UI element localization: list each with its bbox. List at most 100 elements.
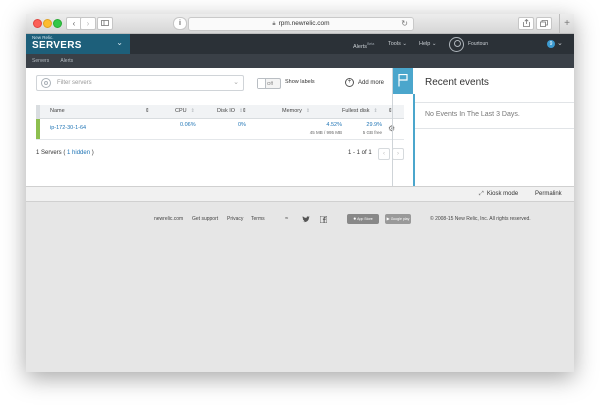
browser-titlebar: ‹ › i 🔒︎ rpm.newrelic.com ↻ +: [26, 14, 574, 34]
show-labels-toggle[interactable]: Off: [257, 78, 281, 89]
app-store-badge[interactable]: ● App Store: [347, 214, 379, 224]
summary-prefix: 1 Servers (: [36, 150, 66, 156]
footer-link-newrelic[interactable]: newrelic.com: [154, 214, 183, 224]
servers-panel: Filter servers ⌄ Off Show labels + Add mo…: [26, 68, 404, 186]
disk-io-value: 0%: [238, 122, 246, 128]
column-name-label: Name: [50, 108, 65, 114]
nav-tools[interactable]: Tools ⌄: [388, 34, 407, 54]
product-switcher[interactable]: New Relic. SERVERS ⌄: [26, 34, 130, 54]
column-cpu[interactable]: CPU ⇕: [175, 105, 195, 118]
google-play-badge[interactable]: ▶ Google play: [385, 214, 411, 224]
events-flag-button[interactable]: [393, 68, 413, 94]
tabs-overview-button[interactable]: [536, 17, 552, 30]
column-memory[interactable]: Memory ⇕: [282, 105, 310, 118]
minimize-window-button[interactable]: [43, 19, 52, 28]
share-icon: [522, 18, 530, 27]
server-count-summary: 1 Servers ( 1 hidden ): [36, 150, 94, 156]
fullest-disk-value: 29.9%: [366, 122, 382, 128]
rss-icon[interactable]: ≈: [285, 214, 288, 224]
column-disk-io[interactable]: Disk IO ⇕: [217, 105, 243, 118]
sort-icon[interactable]: ⇕: [242, 105, 247, 118]
column-memory-label: Memory: [282, 108, 302, 114]
nav-help[interactable]: Help ⌄: [419, 34, 436, 54]
nav-alerts[interactable]: AlertsBeta: [353, 34, 374, 54]
nav-help-label: Help: [419, 41, 431, 47]
add-more-button[interactable]: + Add more: [345, 78, 384, 88]
sidebar-toggle-button[interactable]: [97, 17, 113, 30]
permalink-link[interactable]: Permalink: [535, 187, 562, 201]
content-area: Filter servers ⌄ Off Show labels + Add mo…: [26, 68, 574, 186]
app-store-label: App Store: [357, 217, 373, 221]
chevron-down-icon[interactable]: ⌄: [557, 34, 563, 54]
search-icon: [41, 78, 51, 88]
address-bar[interactable]: 🔒︎ rpm.newrelic.com ↻: [188, 17, 414, 31]
browser-window: ‹ › i 🔒︎ rpm.newrelic.com ↻ + New Relic. …: [26, 14, 574, 372]
url-text: rpm.newrelic.com: [278, 20, 330, 27]
footer-link-terms[interactable]: Terms: [251, 214, 265, 224]
plus-icon: +: [345, 78, 354, 87]
hidden-servers-link[interactable]: 1 hidden: [67, 150, 90, 156]
info-button[interactable]: i: [173, 17, 187, 30]
copyright-text: © 2008-15 New Relic, Inc. All rights res…: [430, 216, 531, 222]
servers-table: Name ⇕ CPU ⇕ Disk IO ⇕ ⇕ Memory ⇕ Fullest d…: [36, 105, 404, 140]
column-fullest-disk[interactable]: Fullest disk ⇕: [342, 105, 378, 118]
nav-tools-label: Tools: [388, 41, 401, 47]
bottom-toolbar: ⤢ Kiosk mode Permalink: [26, 186, 574, 202]
chevron-down-icon: ⌄: [116, 38, 123, 47]
tabs-icon: [540, 20, 548, 27]
pagination-status: 1 - 1 of 1: [348, 150, 372, 156]
divider: [415, 128, 574, 129]
recent-events-panel: Recent events No Events In The Last 3 Da…: [415, 68, 574, 186]
filter-placeholder: Filter servers: [57, 80, 92, 86]
header-status-strip: [36, 105, 40, 118]
twitter-bird-shape: [302, 216, 310, 223]
chevron-down-icon[interactable]: ⌄: [233, 76, 239, 90]
cpu-value: 0.06%: [180, 122, 196, 128]
twitter-icon[interactable]: [302, 214, 310, 227]
facebook-shape: [319, 215, 328, 224]
notification-badge[interactable]: 9: [547, 40, 555, 48]
table-header: Name ⇕ CPU ⇕ Disk IO ⇕ ⇕ Memory ⇕ Fullest d…: [36, 105, 404, 119]
play-icon: ▶: [386, 216, 390, 221]
sort-icon[interactable]: ⇕: [145, 105, 150, 118]
flag-icon: [398, 74, 408, 87]
sort-icon: ⇕: [190, 108, 195, 114]
product-title: SERVERS: [32, 40, 82, 51]
filter-servers-input[interactable]: Filter servers ⌄: [36, 75, 244, 91]
add-more-label: Add more: [358, 80, 385, 87]
column-name[interactable]: Name: [50, 105, 65, 118]
forward-button[interactable]: ›: [80, 17, 96, 30]
column-cpu-label: CPU: [175, 108, 187, 114]
subnav-item-alerts[interactable]: Alerts: [60, 58, 73, 64]
toggle-knob: [258, 79, 266, 88]
avatar[interactable]: [449, 37, 464, 52]
footer-link-support[interactable]: Get support: [192, 214, 218, 224]
footer-link-privacy[interactable]: Privacy: [227, 214, 243, 224]
fullest-disk-detail: 5 GB free: [362, 130, 382, 135]
username[interactable]: Fourtoun: [468, 34, 488, 54]
toggle-state: Off: [267, 81, 273, 86]
google-play-label: Google play: [390, 217, 410, 221]
next-page-button[interactable]: ›: [392, 148, 404, 160]
beta-label: Beta: [367, 42, 375, 46]
kiosk-mode-button[interactable]: ⤢ Kiosk mode: [479, 187, 518, 201]
page-footer: newrelic.com Get support Privacy Terms ≈…: [26, 214, 574, 228]
maximize-window-button[interactable]: [53, 19, 62, 28]
new-tab-button[interactable]: +: [559, 14, 574, 33]
share-button[interactable]: [518, 17, 534, 30]
column-disk-io-label: Disk IO: [217, 108, 236, 114]
subnav-item-servers[interactable]: Servers: [32, 58, 49, 64]
no-events-message: No Events In The Last 3 Days.: [425, 111, 520, 118]
summary-suffix: ): [91, 150, 94, 156]
previous-page-button[interactable]: ‹: [378, 148, 390, 160]
lock-icon: 🔒︎: [272, 21, 276, 27]
reload-icon[interactable]: ↻: [401, 18, 408, 30]
fullest-disk-cell: 29.9% 5 GB free: [346, 122, 382, 136]
facebook-icon[interactable]: [319, 214, 328, 227]
close-window-button[interactable]: [33, 19, 42, 28]
sort-icon: ⇕: [305, 108, 311, 114]
expand-icon: ⤢: [479, 191, 484, 197]
table-row[interactable]: ip-172-30-1-64 0.06% 0% 4.52% 45 MB / 99…: [36, 119, 404, 140]
app-header: New Relic. SERVERS ⌄ AlertsBeta Tools ⌄ …: [26, 34, 574, 54]
server-name-link[interactable]: ip-172-30-1-64: [50, 125, 86, 132]
